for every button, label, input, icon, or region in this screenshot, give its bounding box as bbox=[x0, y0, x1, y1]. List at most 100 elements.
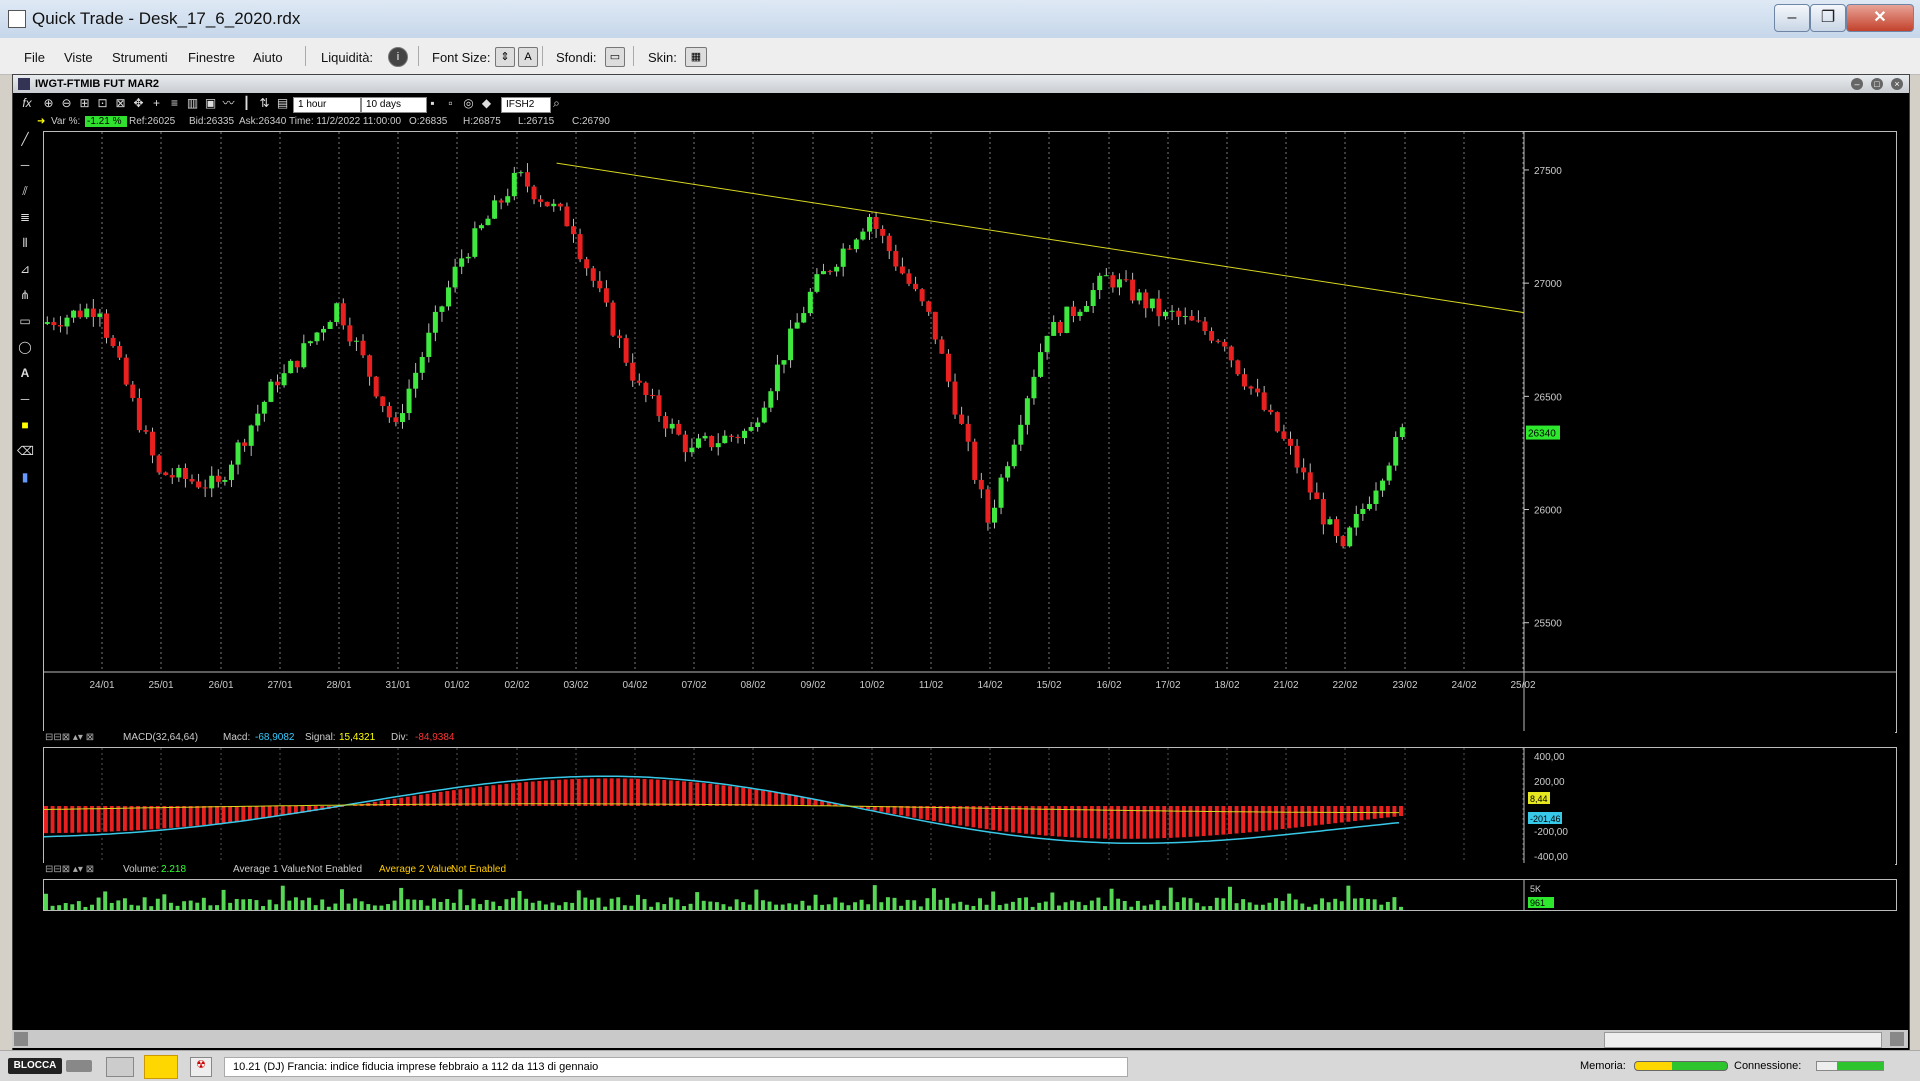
macd-histogram-bar bbox=[1110, 806, 1114, 839]
menu-aiuto[interactable]: Aiuto bbox=[253, 50, 283, 65]
eraser-tool-icon[interactable]: ⌫ bbox=[17, 443, 33, 459]
x-tick-label: 11/02 bbox=[919, 680, 944, 691]
volume-bar bbox=[597, 898, 601, 910]
refresh-icon[interactable]: ◎ bbox=[461, 96, 476, 111]
candle bbox=[400, 413, 405, 422]
skin-icon[interactable]: ▦ bbox=[685, 47, 707, 67]
candle bbox=[637, 381, 642, 383]
macd-histogram-bar bbox=[636, 779, 640, 806]
function-icon[interactable]: fx bbox=[17, 96, 37, 111]
volume-panel[interactable]: 5K961 bbox=[43, 879, 1897, 911]
text-tool-icon[interactable]: A bbox=[17, 365, 33, 381]
horizontal-scrollbar[interactable] bbox=[12, 1030, 1908, 1048]
font-icon[interactable]: A bbox=[518, 47, 538, 67]
candle bbox=[1242, 374, 1247, 386]
price-chart-panel[interactable]: 24/0125/0126/0127/0128/0131/0101/0202/02… bbox=[43, 131, 1897, 733]
blocca-button[interactable]: BLOCCA bbox=[8, 1058, 62, 1074]
zoom-fit-icon[interactable]: ⊞ bbox=[77, 96, 92, 111]
zoom-area-icon[interactable]: ⊡ bbox=[95, 96, 110, 111]
volume-bar bbox=[1340, 901, 1344, 910]
vlines-tool-icon[interactable]: ⦀ bbox=[17, 235, 33, 251]
info-icon[interactable]: i bbox=[388, 47, 408, 67]
news-ticker[interactable]: 10.21 (DJ) Francia: indice fiducia impre… bbox=[224, 1057, 1128, 1077]
volume-bar bbox=[636, 895, 640, 910]
candle bbox=[801, 313, 806, 322]
color-tool-icon[interactable]: ■ bbox=[17, 417, 33, 433]
desk-icon[interactable] bbox=[144, 1055, 178, 1079]
list-icon[interactable]: ≡ bbox=[167, 96, 182, 111]
export-icon[interactable]: ▪ bbox=[425, 96, 440, 111]
candle bbox=[591, 268, 596, 281]
macd-histogram-bar bbox=[708, 784, 712, 806]
line-chart-icon[interactable]: 〰 bbox=[221, 96, 236, 111]
pan-icon[interactable]: ✥ bbox=[131, 96, 146, 111]
close-button[interactable]: ✕ bbox=[1846, 4, 1914, 32]
maximize-button[interactable]: ❐ bbox=[1810, 4, 1846, 32]
symbol-input[interactable]: IFSH2 bbox=[501, 97, 551, 113]
volume-controls-icon[interactable]: ⊟⊟⊠ ▴▾ ⊠ bbox=[45, 864, 94, 875]
volume-bar bbox=[169, 903, 173, 910]
volume-bar bbox=[840, 903, 844, 910]
volume-bar bbox=[853, 902, 857, 910]
volume-bar bbox=[1373, 899, 1377, 910]
zoom-in-icon[interactable]: ⊕ bbox=[41, 96, 56, 111]
candle bbox=[551, 204, 556, 206]
candle-chart-icon[interactable]: ┃ bbox=[239, 96, 254, 111]
chart-maximize-button[interactable]: □ bbox=[1871, 78, 1883, 90]
volume-bar bbox=[800, 901, 804, 910]
volume-bar bbox=[504, 899, 508, 910]
sfondi-label: Sfondi: bbox=[556, 50, 596, 65]
pitchfork-tool-icon[interactable]: ⋔ bbox=[17, 287, 33, 303]
news-icon[interactable]: ☢ bbox=[190, 1057, 212, 1077]
candle bbox=[282, 373, 287, 385]
menu-finestre[interactable]: Finestre bbox=[188, 50, 235, 65]
interval-select[interactable]: 1 hour bbox=[293, 97, 361, 113]
table-icon[interactable]: ▤ bbox=[275, 96, 290, 111]
candle bbox=[288, 361, 293, 373]
menu-viste[interactable]: Viste bbox=[64, 50, 93, 65]
volume-bar bbox=[458, 889, 462, 910]
period-select[interactable]: 10 days bbox=[361, 97, 427, 113]
candle bbox=[821, 271, 826, 274]
menu-strumenti[interactable]: Strumenti bbox=[112, 50, 168, 65]
crosshair-icon[interactable]: + bbox=[149, 96, 164, 111]
macd-histogram-bar bbox=[485, 786, 489, 806]
font-size-spinner[interactable]: ⇕ bbox=[495, 47, 515, 67]
save-icon[interactable]: ▫ bbox=[443, 96, 458, 111]
background-icon[interactable]: ▭ bbox=[605, 47, 625, 67]
macd-histogram-bar bbox=[610, 778, 614, 806]
key-icon[interactable] bbox=[66, 1060, 92, 1072]
bar-chart-icon[interactable]: ⇅ bbox=[257, 96, 272, 111]
chart-close-button[interactable]: × bbox=[1891, 78, 1903, 90]
scroll-right-icon[interactable] bbox=[1890, 1032, 1904, 1046]
trendline-tool-icon[interactable]: ╱ bbox=[17, 131, 33, 147]
macd-histogram-bar bbox=[800, 797, 804, 806]
printer-icon[interactable] bbox=[106, 1057, 134, 1077]
volume-bar bbox=[952, 904, 956, 910]
window-icon[interactable]: ▣ bbox=[203, 96, 218, 111]
grid-icon[interactable]: ▥ bbox=[185, 96, 200, 111]
scroll-thumb[interactable] bbox=[1604, 1032, 1882, 1048]
zoom-out-icon[interactable]: ⊖ bbox=[59, 96, 74, 111]
rectangle-tool-icon[interactable]: ▭ bbox=[17, 313, 33, 329]
volume-bar bbox=[689, 904, 693, 910]
channel-tool-icon[interactable]: ⫽ bbox=[17, 183, 33, 199]
ellipse-tool-icon[interactable]: ◯ bbox=[17, 339, 33, 355]
candle bbox=[788, 329, 793, 361]
chart-minimize-button[interactable]: – bbox=[1851, 78, 1863, 90]
macd-panel[interactable]: 400,00200,00-200,00-400,008,44-201,46 bbox=[43, 747, 1897, 865]
search-icon[interactable]: ⌕ bbox=[549, 96, 564, 111]
delete-tool-icon[interactable]: ▮ bbox=[17, 469, 33, 485]
gann-tool-icon[interactable]: ⊿ bbox=[17, 261, 33, 277]
menu-file[interactable]: File bbox=[24, 50, 45, 65]
macd-histogram-bar bbox=[702, 783, 706, 806]
macd-value: -68,9082 bbox=[255, 732, 294, 743]
fibonacci-tool-icon[interactable]: ≣ bbox=[17, 209, 33, 225]
x-tick-label: 01/02 bbox=[444, 680, 469, 691]
zoom-reset-icon[interactable]: ⊠ bbox=[113, 96, 128, 111]
scroll-left-icon[interactable] bbox=[14, 1032, 28, 1046]
hline-tool-icon[interactable]: ─ bbox=[17, 157, 33, 173]
minimize-button[interactable]: – bbox=[1774, 4, 1810, 32]
alert-icon[interactable]: ◆ bbox=[479, 96, 494, 111]
macd-controls-icon[interactable]: ⊟⊟⊠ ▴▾ ⊠ bbox=[45, 732, 94, 743]
